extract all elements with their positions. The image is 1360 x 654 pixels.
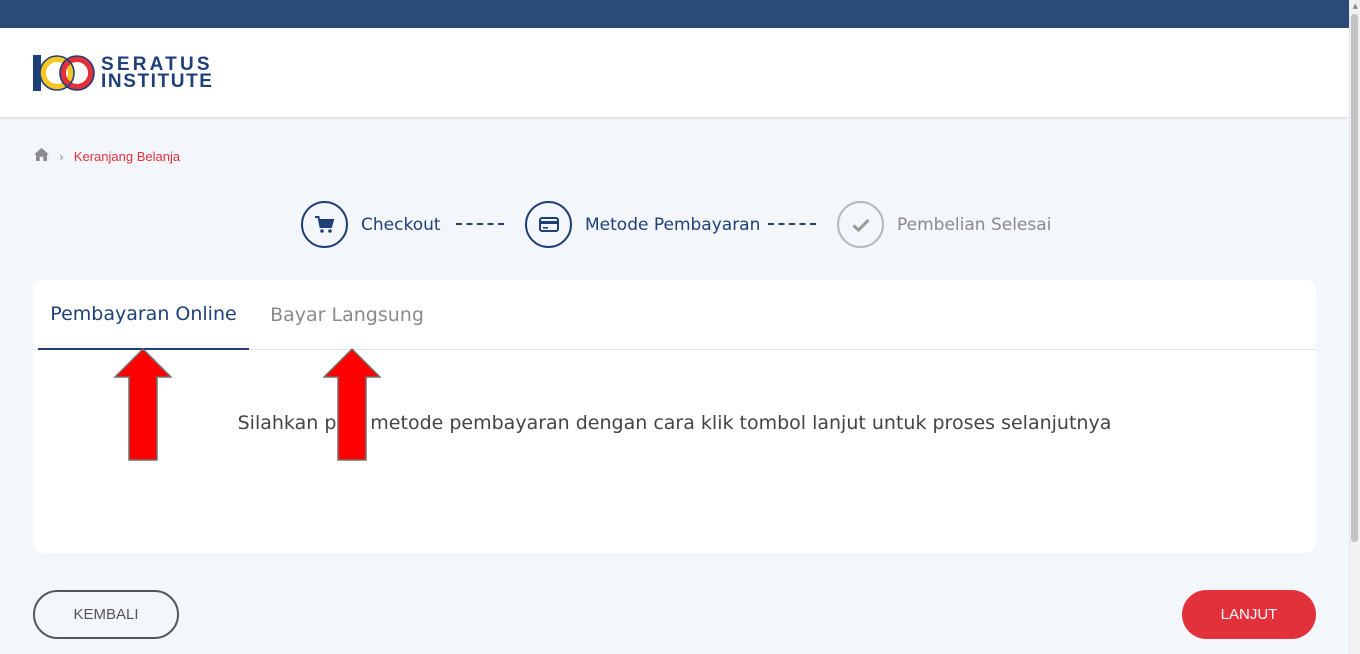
check-icon bbox=[837, 201, 884, 248]
back-button[interactable]: KEMBALI bbox=[33, 590, 179, 639]
breadcrumb-current[interactable]: Keranjang Belanja bbox=[74, 149, 180, 164]
breadcrumb-separator: › bbox=[59, 149, 64, 164]
red-arrow-annotation-icon bbox=[323, 348, 381, 461]
step-payment-method-label: Metode Pembayaran bbox=[585, 214, 761, 235]
home-icon[interactable] bbox=[34, 148, 49, 165]
scroll-thumb[interactable] bbox=[1351, 14, 1358, 542]
top-bar bbox=[0, 0, 1349, 28]
tab-pembayaran-online[interactable]: Pembayaran Online bbox=[38, 280, 249, 350]
step-payment-method: Metode Pembayaran bbox=[525, 201, 760, 248]
cart-icon bbox=[301, 201, 348, 248]
credit-card-icon bbox=[525, 201, 572, 248]
payment-method-card: Pembayaran Online Bayar Langsung Silahka… bbox=[33, 280, 1316, 553]
step-connector bbox=[456, 223, 504, 225]
step-checkout-label: Checkout bbox=[361, 214, 441, 235]
payment-tabs: Pembayaran Online Bayar Langsung bbox=[33, 280, 1316, 350]
logo-rings-icon bbox=[33, 55, 95, 91]
step-purchase-complete: Pembelian Selesai bbox=[837, 201, 1051, 248]
logo-line-2: INSTITUTE bbox=[101, 71, 214, 92]
page-scrollbar[interactable]: ▲ bbox=[1349, 0, 1360, 654]
site-header: SERATUS INSTITUTE bbox=[0, 28, 1349, 117]
step-connector bbox=[768, 223, 816, 225]
scroll-up-arrow-icon[interactable]: ▲ bbox=[1353, 2, 1358, 10]
red-arrow-annotation-icon bbox=[114, 348, 172, 461]
step-checkout: Checkout bbox=[301, 201, 441, 248]
next-button[interactable]: LANJUT bbox=[1182, 590, 1316, 639]
step-purchase-complete-label: Pembelian Selesai bbox=[897, 214, 1052, 235]
tab-bayar-langsung[interactable]: Bayar Langsung bbox=[269, 280, 425, 350]
breadcrumb: › Keranjang Belanja bbox=[34, 148, 180, 165]
seratus-institute-logo[interactable]: SERATUS INSTITUTE bbox=[33, 53, 214, 93]
payment-instruction-text: Silahkan pilih metode pembayaran dengan … bbox=[237, 412, 1112, 434]
